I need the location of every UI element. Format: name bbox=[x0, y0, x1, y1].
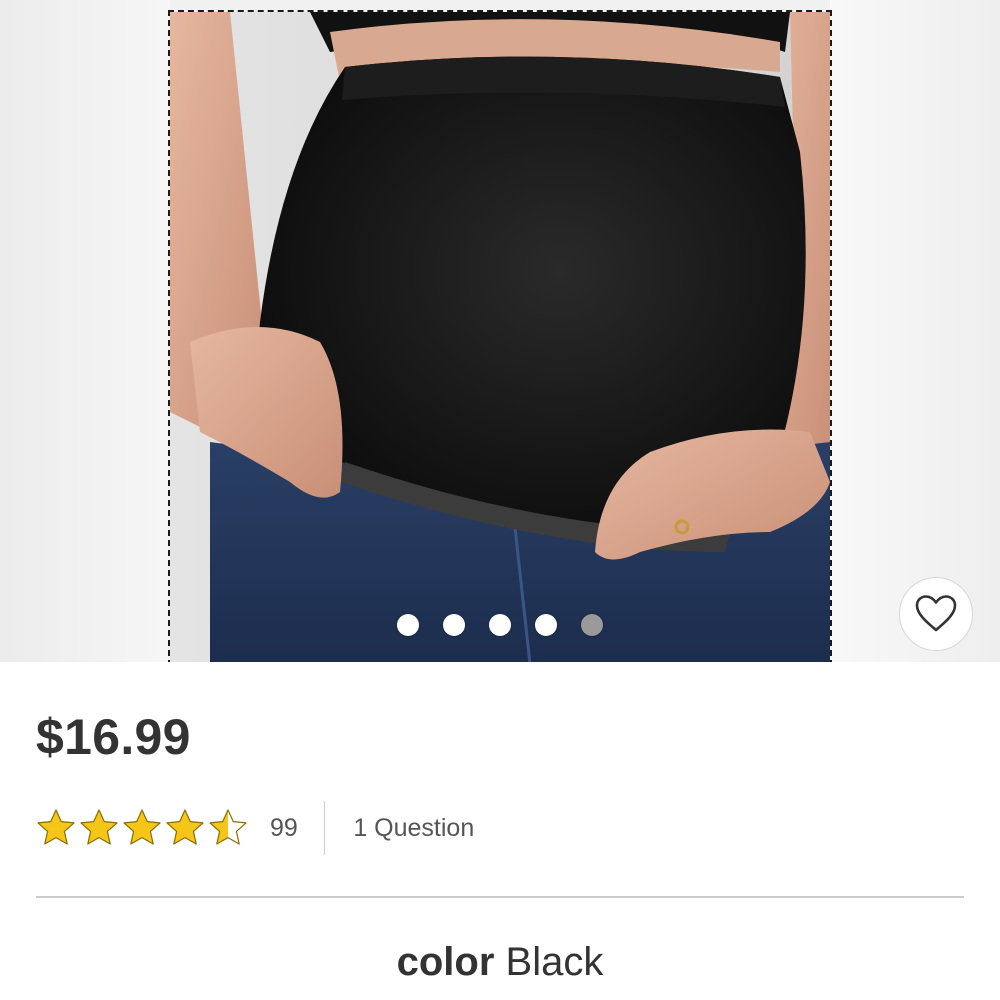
star-icon bbox=[123, 809, 161, 845]
carousel-dot-3[interactable] bbox=[489, 614, 511, 636]
next-image-preview[interactable] bbox=[830, 0, 1000, 662]
star-icon bbox=[37, 809, 75, 845]
carousel-pagination bbox=[0, 614, 1000, 638]
section-divider bbox=[36, 896, 964, 898]
carousel-dot-5[interactable] bbox=[581, 614, 603, 636]
carousel-dot-2[interactable] bbox=[443, 614, 465, 636]
star-icon bbox=[209, 809, 247, 845]
color-value: Black bbox=[505, 940, 604, 984]
star-icon bbox=[80, 809, 118, 845]
previous-image-preview[interactable] bbox=[0, 0, 170, 662]
carousel-dot-4[interactable] bbox=[535, 614, 557, 636]
color-selection-label: color Black bbox=[0, 940, 1000, 985]
favorite-button[interactable] bbox=[899, 577, 973, 651]
review-count[interactable]: 99 bbox=[270, 814, 298, 843]
rating-row: 99 1 Question bbox=[36, 800, 736, 856]
product-image-carousel[interactable] bbox=[0, 0, 1000, 662]
rating-divider bbox=[323, 801, 326, 855]
product-photo-illustration bbox=[170, 12, 830, 662]
star-rating[interactable] bbox=[36, 808, 248, 848]
star-icon bbox=[166, 809, 204, 845]
color-label: color bbox=[396, 940, 495, 984]
heart-outline-icon bbox=[915, 595, 957, 632]
product-price: $16.99 bbox=[36, 709, 191, 765]
carousel-dot-1[interactable] bbox=[397, 614, 419, 636]
questions-link[interactable]: 1 Question bbox=[353, 814, 474, 843]
product-photo[interactable] bbox=[168, 10, 832, 662]
